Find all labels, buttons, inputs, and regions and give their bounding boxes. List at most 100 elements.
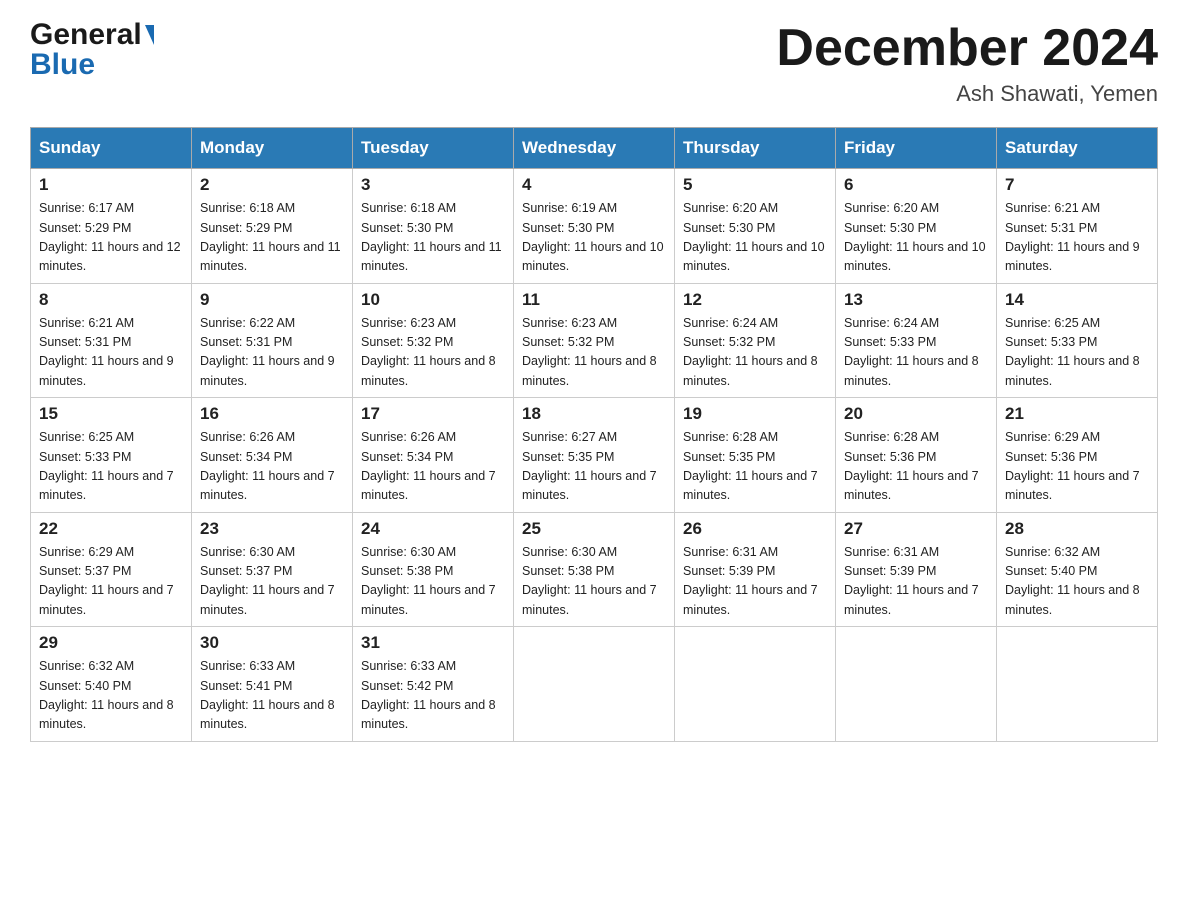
calendar-week-row: 22Sunrise: 6:29 AMSunset: 5:37 PMDayligh… bbox=[31, 512, 1158, 627]
month-title: December 2024 bbox=[776, 20, 1158, 77]
day-number: 20 bbox=[844, 404, 988, 424]
day-info: Sunrise: 6:30 AMSunset: 5:38 PMDaylight:… bbox=[361, 543, 505, 621]
calendar-cell: 15 Sunrise: 6:25 AMSunset: 5:33 PMDayligh… bbox=[31, 398, 192, 513]
day-number: 19 bbox=[683, 404, 827, 424]
calendar-cell: 5 Sunrise: 6:20 AMSunset: 5:30 PMDaylight… bbox=[675, 169, 836, 284]
calendar-week-row: 1Sunrise: 6:17 AMSunset: 5:29 PMDaylight… bbox=[31, 169, 1158, 284]
day-number: 11 bbox=[522, 290, 666, 310]
col-thursday: Thursday bbox=[675, 128, 836, 169]
day-info: Sunrise: 6:30 AMSunset: 5:38 PMDaylight:… bbox=[522, 543, 666, 621]
day-info: Sunrise: 6:20 AMSunset: 5:30 PMDaylight:… bbox=[683, 199, 827, 277]
day-info: Sunrise: 6:19 AMSunset: 5:30 PMDaylight:… bbox=[522, 199, 666, 277]
calendar-cell: 24 Sunrise: 6:30 AMSunset: 5:38 PMDayligh… bbox=[353, 512, 514, 627]
day-info: Sunrise: 6:32 AMSunset: 5:40 PMDaylight:… bbox=[1005, 543, 1149, 621]
day-number: 13 bbox=[844, 290, 988, 310]
calendar-cell bbox=[836, 627, 997, 742]
calendar-cell: 16 Sunrise: 6:26 AMSunset: 5:34 PMDayligh… bbox=[192, 398, 353, 513]
day-number: 31 bbox=[361, 633, 505, 653]
day-info: Sunrise: 6:31 AMSunset: 5:39 PMDaylight:… bbox=[683, 543, 827, 621]
calendar-header-row: Sunday Monday Tuesday Wednesday Thursday… bbox=[31, 128, 1158, 169]
col-friday: Friday bbox=[836, 128, 997, 169]
calendar-cell: 7 Sunrise: 6:21 AMSunset: 5:31 PMDaylight… bbox=[997, 169, 1158, 284]
day-number: 21 bbox=[1005, 404, 1149, 424]
logo-line1: General bbox=[30, 20, 154, 50]
day-number: 8 bbox=[39, 290, 183, 310]
calendar-cell: 1Sunrise: 6:17 AMSunset: 5:29 PMDaylight… bbox=[31, 169, 192, 284]
day-info: Sunrise: 6:22 AMSunset: 5:31 PMDaylight:… bbox=[200, 314, 344, 392]
day-info: Sunrise: 6:32 AMSunset: 5:40 PMDaylight:… bbox=[39, 657, 183, 735]
day-number: 4 bbox=[522, 175, 666, 195]
day-info: Sunrise: 6:18 AMSunset: 5:29 PMDaylight:… bbox=[200, 199, 344, 277]
page-header: General Blue December 2024 Ash Shawati, … bbox=[30, 20, 1158, 107]
day-info: Sunrise: 6:29 AMSunset: 5:36 PMDaylight:… bbox=[1005, 428, 1149, 506]
calendar-week-row: 29 Sunrise: 6:32 AMSunset: 5:40 PMDayligh… bbox=[31, 627, 1158, 742]
day-number: 10 bbox=[361, 290, 505, 310]
col-tuesday: Tuesday bbox=[353, 128, 514, 169]
day-info: Sunrise: 6:23 AMSunset: 5:32 PMDaylight:… bbox=[522, 314, 666, 392]
day-number: 1 bbox=[39, 175, 183, 195]
calendar-cell: 20 Sunrise: 6:28 AMSunset: 5:36 PMDayligh… bbox=[836, 398, 997, 513]
col-monday: Monday bbox=[192, 128, 353, 169]
calendar-cell: 27 Sunrise: 6:31 AMSunset: 5:39 PMDayligh… bbox=[836, 512, 997, 627]
day-number: 26 bbox=[683, 519, 827, 539]
day-info: Sunrise: 6:21 AMSunset: 5:31 PMDaylight:… bbox=[1005, 199, 1149, 277]
calendar-cell: 30Sunrise: 6:33 AMSunset: 5:41 PMDayligh… bbox=[192, 627, 353, 742]
calendar-cell: 14 Sunrise: 6:25 AMSunset: 5:33 PMDayligh… bbox=[997, 283, 1158, 398]
calendar-cell: 10 Sunrise: 6:23 AMSunset: 5:32 PMDayligh… bbox=[353, 283, 514, 398]
calendar-cell: 25 Sunrise: 6:30 AMSunset: 5:38 PMDayligh… bbox=[514, 512, 675, 627]
calendar-cell bbox=[514, 627, 675, 742]
day-number: 18 bbox=[522, 404, 666, 424]
day-number: 28 bbox=[1005, 519, 1149, 539]
calendar-cell: 29 Sunrise: 6:32 AMSunset: 5:40 PMDayligh… bbox=[31, 627, 192, 742]
logo-arrow-icon bbox=[145, 25, 154, 45]
day-info: Sunrise: 6:24 AMSunset: 5:32 PMDaylight:… bbox=[683, 314, 827, 392]
day-info: Sunrise: 6:28 AMSunset: 5:36 PMDaylight:… bbox=[844, 428, 988, 506]
day-number: 24 bbox=[361, 519, 505, 539]
calendar-cell: 12 Sunrise: 6:24 AMSunset: 5:32 PMDayligh… bbox=[675, 283, 836, 398]
day-number: 16 bbox=[200, 404, 344, 424]
calendar-cell: 4 Sunrise: 6:19 AMSunset: 5:30 PMDaylight… bbox=[514, 169, 675, 284]
day-number: 30 bbox=[200, 633, 344, 653]
day-info: Sunrise: 6:25 AMSunset: 5:33 PMDaylight:… bbox=[1005, 314, 1149, 392]
day-info: Sunrise: 6:26 AMSunset: 5:34 PMDaylight:… bbox=[200, 428, 344, 506]
day-number: 27 bbox=[844, 519, 988, 539]
day-info: Sunrise: 6:27 AMSunset: 5:35 PMDaylight:… bbox=[522, 428, 666, 506]
day-info: Sunrise: 6:30 AMSunset: 5:37 PMDaylight:… bbox=[200, 543, 344, 621]
day-info: Sunrise: 6:24 AMSunset: 5:33 PMDaylight:… bbox=[844, 314, 988, 392]
day-info: Sunrise: 6:31 AMSunset: 5:39 PMDaylight:… bbox=[844, 543, 988, 621]
day-number: 29 bbox=[39, 633, 183, 653]
calendar-cell: 8Sunrise: 6:21 AMSunset: 5:31 PMDaylight… bbox=[31, 283, 192, 398]
day-info: Sunrise: 6:29 AMSunset: 5:37 PMDaylight:… bbox=[39, 543, 183, 621]
title-block: December 2024 Ash Shawati, Yemen bbox=[776, 20, 1158, 107]
logo-line2: Blue bbox=[30, 50, 154, 80]
logo: General Blue bbox=[30, 20, 154, 80]
day-number: 25 bbox=[522, 519, 666, 539]
calendar-table: Sunday Monday Tuesday Wednesday Thursday… bbox=[30, 127, 1158, 742]
day-number: 23 bbox=[200, 519, 344, 539]
day-info: Sunrise: 6:28 AMSunset: 5:35 PMDaylight:… bbox=[683, 428, 827, 506]
day-number: 17 bbox=[361, 404, 505, 424]
day-number: 7 bbox=[1005, 175, 1149, 195]
calendar-cell: 22Sunrise: 6:29 AMSunset: 5:37 PMDayligh… bbox=[31, 512, 192, 627]
day-number: 12 bbox=[683, 290, 827, 310]
col-wednesday: Wednesday bbox=[514, 128, 675, 169]
calendar-cell: 26 Sunrise: 6:31 AMSunset: 5:39 PMDayligh… bbox=[675, 512, 836, 627]
day-info: Sunrise: 6:26 AMSunset: 5:34 PMDaylight:… bbox=[361, 428, 505, 506]
col-saturday: Saturday bbox=[997, 128, 1158, 169]
calendar-cell: 6Sunrise: 6:20 AMSunset: 5:30 PMDaylight… bbox=[836, 169, 997, 284]
calendar-cell: 2Sunrise: 6:18 AMSunset: 5:29 PMDaylight… bbox=[192, 169, 353, 284]
calendar-cell bbox=[997, 627, 1158, 742]
calendar-cell: 31 Sunrise: 6:33 AMSunset: 5:42 PMDayligh… bbox=[353, 627, 514, 742]
calendar-cell: 13 Sunrise: 6:24 AMSunset: 5:33 PMDayligh… bbox=[836, 283, 997, 398]
calendar-cell: 3Sunrise: 6:18 AMSunset: 5:30 PMDaylight… bbox=[353, 169, 514, 284]
day-info: Sunrise: 6:18 AMSunset: 5:30 PMDaylight:… bbox=[361, 199, 505, 277]
calendar-cell: 23 Sunrise: 6:30 AMSunset: 5:37 PMDayligh… bbox=[192, 512, 353, 627]
calendar-week-row: 15 Sunrise: 6:25 AMSunset: 5:33 PMDayligh… bbox=[31, 398, 1158, 513]
calendar-cell: 21 Sunrise: 6:29 AMSunset: 5:36 PMDayligh… bbox=[997, 398, 1158, 513]
day-number: 15 bbox=[39, 404, 183, 424]
day-number: 5 bbox=[683, 175, 827, 195]
day-info: Sunrise: 6:33 AMSunset: 5:42 PMDaylight:… bbox=[361, 657, 505, 735]
day-number: 14 bbox=[1005, 290, 1149, 310]
day-info: Sunrise: 6:23 AMSunset: 5:32 PMDaylight:… bbox=[361, 314, 505, 392]
day-info: Sunrise: 6:25 AMSunset: 5:33 PMDaylight:… bbox=[39, 428, 183, 506]
